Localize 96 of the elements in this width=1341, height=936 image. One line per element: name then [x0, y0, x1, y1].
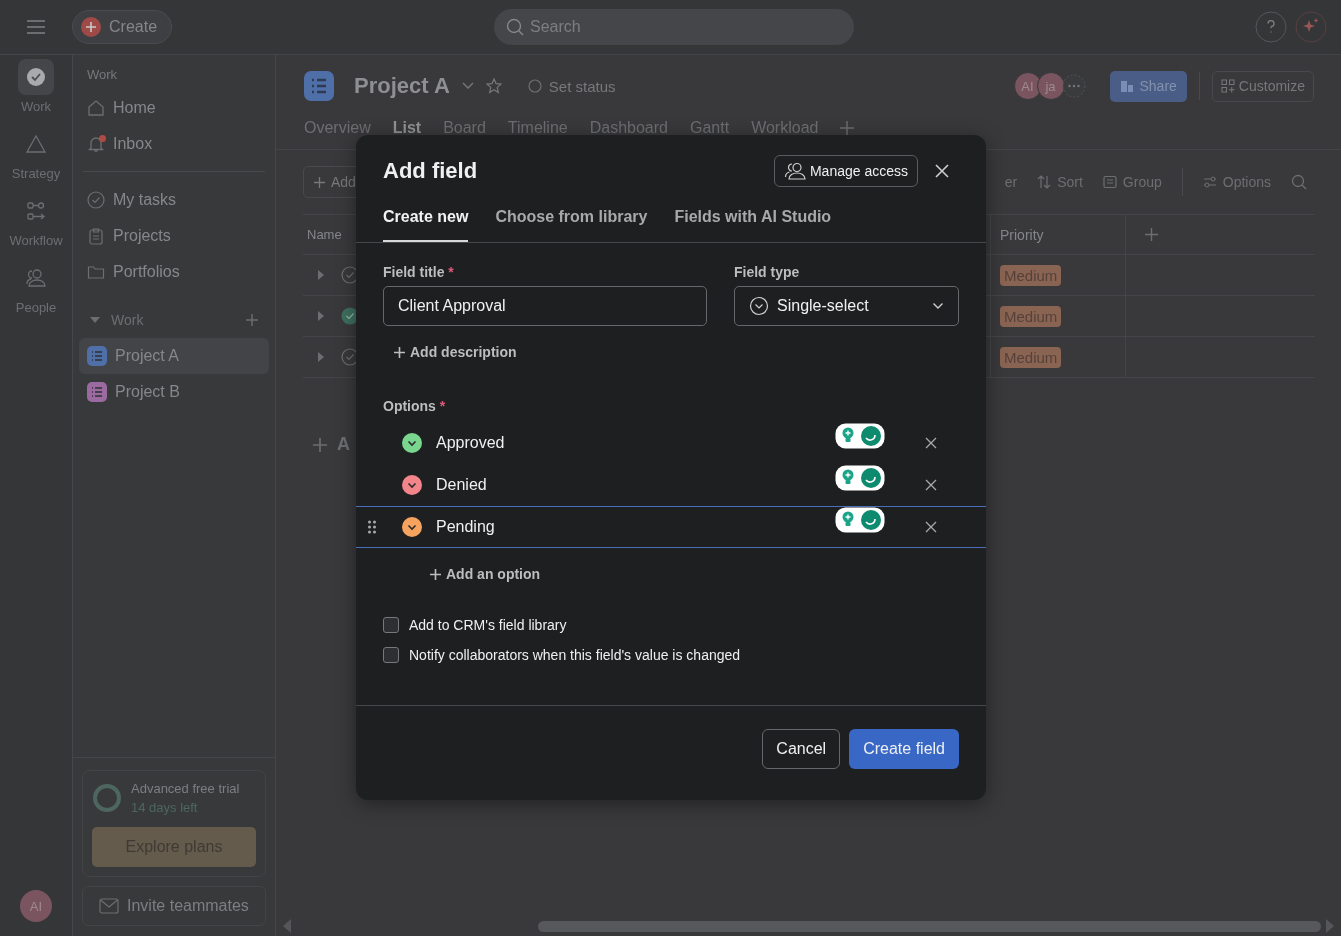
trial-title: Advanced free trial	[131, 781, 240, 796]
dialog-tab[interactable]: Fields with AI Studio	[674, 208, 832, 242]
folder-icon	[87, 263, 105, 281]
remove-icon[interactable]	[925, 479, 937, 491]
chevron-down-icon[interactable]	[461, 82, 474, 90]
dialog-tab[interactable]: Choose from library	[495, 208, 648, 242]
option-input[interactable]: Pending	[436, 518, 495, 536]
color-dot[interactable]	[402, 433, 422, 453]
sliders-icon	[1202, 175, 1217, 189]
checkbox-label: Notify collaborators when this field's value is changed	[409, 647, 741, 663]
plus-icon	[430, 568, 441, 580]
close-icon[interactable]	[935, 164, 949, 178]
field-type-label: Field type	[734, 264, 801, 280]
sort-arrows-icon	[1037, 175, 1052, 189]
field-type-dropdown[interactable]: Single-select	[734, 286, 959, 326]
share-button[interactable]: Share	[1109, 70, 1187, 102]
clipboard-icon	[87, 227, 105, 245]
chevron-circle-icon	[749, 296, 769, 316]
create-button[interactable]: Create	[72, 10, 173, 44]
checkbox-label: Add to CRM's field library	[409, 617, 567, 633]
circle-icon	[527, 79, 542, 93]
project-title: Project A	[354, 73, 450, 99]
help-icon[interactable]	[1255, 11, 1287, 43]
scroll-left-icon[interactable]	[282, 919, 292, 933]
add-icon[interactable]	[245, 313, 259, 327]
sidebar-item[interactable]: Inbox	[79, 126, 269, 162]
cancel-button[interactable]: Cancel	[762, 729, 841, 769]
project-list-icon	[304, 71, 334, 101]
field-title-label: Field title *	[383, 264, 455, 280]
add-option-button[interactable]: Add an option	[430, 566, 541, 582]
remove-icon[interactable]	[925, 437, 937, 449]
plus-icon	[394, 346, 405, 358]
expand-caret-icon[interactable]	[317, 352, 325, 362]
manage-access-button[interactable]: Manage access	[773, 155, 918, 187]
scroll-right-icon[interactable]	[1325, 919, 1335, 933]
invite-button[interactable]: Invite teammates	[82, 886, 266, 926]
home-icon	[87, 99, 105, 117]
plus-icon[interactable]	[313, 437, 327, 452]
menu-icon[interactable]	[26, 19, 46, 35]
dialog-tab[interactable]: Create new	[383, 208, 469, 242]
add-column-icon[interactable]	[1145, 228, 1158, 241]
checkbox[interactable]	[383, 617, 399, 633]
search-icon	[506, 18, 525, 36]
search-field[interactable]: Search	[494, 9, 855, 45]
rail-nav-item[interactable]: Workflow	[0, 193, 72, 248]
color-dot[interactable]	[402, 517, 422, 537]
expand-caret-icon[interactable]	[317, 270, 325, 280]
drag-handle-icon[interactable]	[368, 520, 376, 534]
plus-icon	[314, 176, 325, 188]
add-tab-icon[interactable]	[840, 121, 855, 135]
rail-nav-item[interactable]: People	[0, 260, 72, 315]
sparkle-icon[interactable]	[1295, 11, 1327, 43]
extension-badge-icon[interactable]	[835, 465, 885, 491]
options-label: Options *	[383, 398, 447, 414]
people-icon	[783, 162, 806, 180]
sidebar-item[interactable]: Home	[79, 90, 269, 126]
search-icon[interactable]	[1291, 174, 1307, 190]
workflow-icon	[26, 201, 46, 221]
option-input[interactable]: Denied	[436, 476, 487, 494]
expand-caret-icon[interactable]	[317, 311, 325, 321]
project-item[interactable]: Project B	[79, 374, 269, 410]
envelope-icon	[99, 898, 119, 914]
add-description-button[interactable]: Add description	[394, 344, 517, 360]
triangle-icon	[25, 134, 47, 154]
project-item[interactable]: Project A	[79, 338, 269, 374]
check-circle-icon	[26, 67, 46, 87]
chevron-down-icon	[932, 302, 944, 310]
plus-icon	[81, 17, 101, 37]
create-field-button[interactable]: Create field	[849, 729, 959, 769]
rail-nav-item[interactable]: Work	[0, 59, 72, 114]
extension-badge-icon[interactable]	[835, 423, 885, 449]
people-icon	[25, 268, 47, 288]
sidebar-item[interactable]: Projects	[79, 218, 269, 254]
scrollbar-thumb[interactable]	[538, 920, 1321, 932]
customize-button[interactable]: Customize	[1211, 70, 1314, 102]
extension-badge-icon[interactable]	[835, 507, 885, 533]
set-status-button[interactable]: Set status	[521, 76, 622, 96]
bell-icon	[87, 135, 105, 153]
sidebar-heading: Work	[86, 67, 119, 82]
building-icon	[1119, 79, 1134, 93]
progress-ring-icon	[92, 783, 122, 813]
rail-nav-item[interactable]: Strategy	[0, 126, 72, 181]
option-input[interactable]: Approved	[436, 434, 505, 452]
column-header[interactable]: Priority	[990, 215, 1125, 254]
dialog-title: Add field	[383, 158, 479, 184]
color-dot[interactable]	[402, 475, 422, 495]
group-icon	[1102, 175, 1117, 189]
check-circle-icon	[87, 191, 105, 209]
field-title-input[interactable]: Client Approval	[383, 286, 707, 326]
sidebar-item[interactable]: Portfolios	[79, 254, 269, 290]
star-icon[interactable]	[485, 78, 502, 94]
sidebar-item[interactable]: My tasks	[79, 182, 269, 218]
grid-plus-icon	[1220, 79, 1235, 93]
more-icon[interactable]	[1061, 74, 1086, 98]
checkbox[interactable]	[383, 647, 399, 663]
remove-icon[interactable]	[925, 521, 937, 533]
